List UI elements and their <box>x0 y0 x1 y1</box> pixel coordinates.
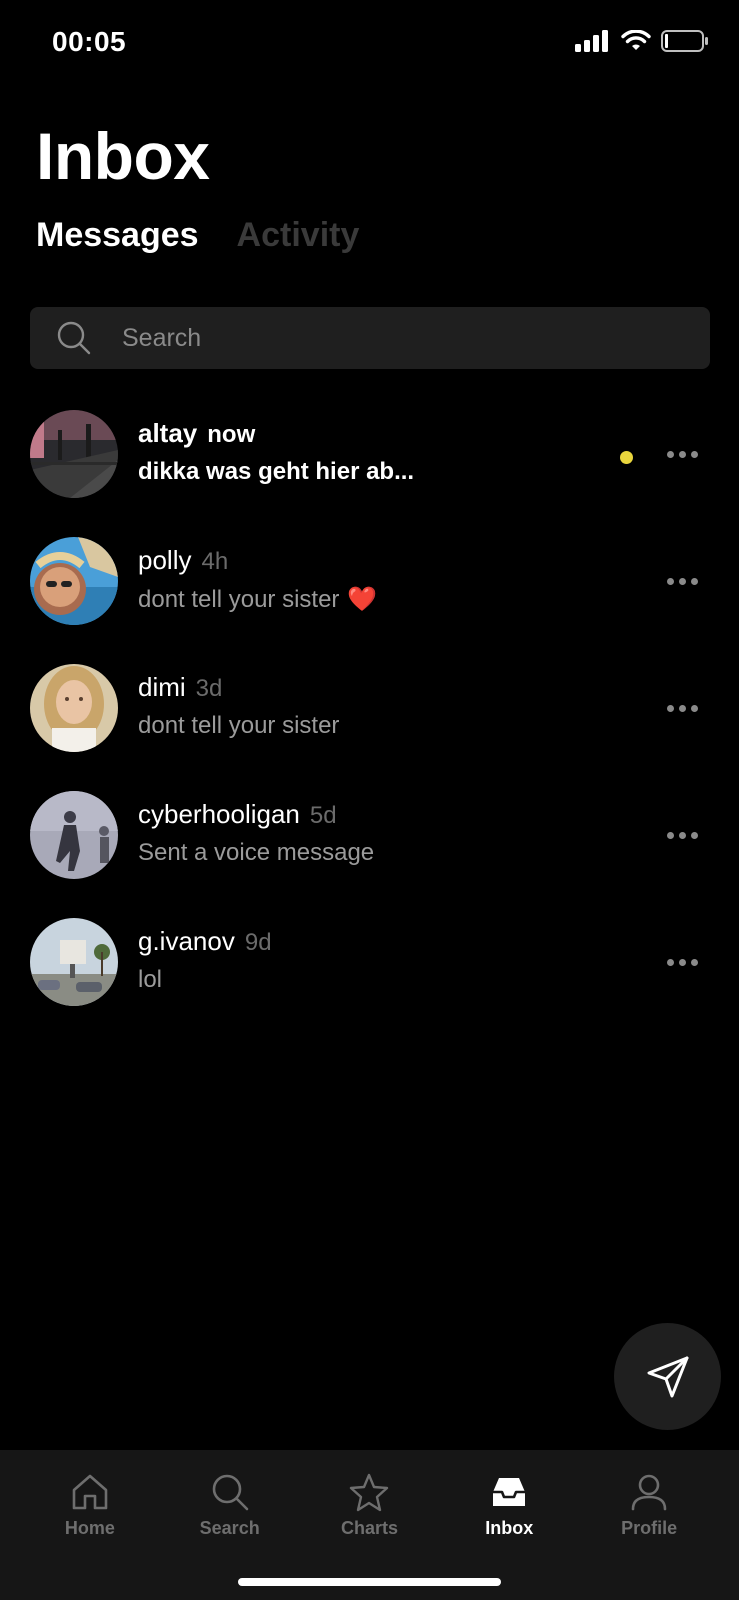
conversation-name: altay <box>138 418 198 448</box>
tab-messages[interactable]: Messages <box>36 216 199 255</box>
conversation-item[interactable]: g.ivanov 9d lol <box>0 912 739 1039</box>
nav-label: Home <box>64 1518 115 1538</box>
nav-label: Search <box>199 1518 260 1538</box>
conversation-preview: dikka was geht hier ab... <box>138 458 415 485</box>
search-icon <box>212 1474 248 1511</box>
person-icon <box>631 1474 667 1511</box>
conversation-text: polly 4h dont tell your sister ❤️ <box>138 545 377 614</box>
conversation-list: altay now dikka was geht hier ab... poll… <box>0 404 739 1039</box>
more-options-button[interactable] <box>660 567 704 595</box>
conversation-item[interactable]: cyberhooligan 5d Sent a voice message <box>0 785 739 912</box>
conversation-name: polly <box>138 545 192 575</box>
dot-icon <box>690 958 698 966</box>
conversation-text: altay now dikka was geht hier ab... <box>138 418 414 486</box>
unread-dot <box>620 451 633 464</box>
conversation-time: now <box>207 421 256 448</box>
dot-icon <box>678 704 686 712</box>
conversation-preview: dont tell your sister <box>138 712 340 739</box>
search-bar[interactable] <box>30 307 710 369</box>
dot-icon <box>690 450 698 458</box>
more-options-button[interactable] <box>660 948 704 976</box>
conversation-time: 3d <box>195 675 223 702</box>
dot-icon <box>678 450 686 458</box>
dot-icon <box>690 577 698 585</box>
avatar[interactable] <box>30 918 118 1006</box>
conversation-preview: Sent a voice message <box>138 839 375 866</box>
status-time: 00:05 <box>52 26 127 57</box>
nav-label: Charts <box>340 1518 398 1538</box>
inbox-tray-icon <box>493 1478 526 1506</box>
conversation-time: 5d <box>309 802 337 829</box>
avatar[interactable] <box>30 791 118 879</box>
dot-icon <box>666 704 674 712</box>
more-options-button[interactable] <box>660 440 704 468</box>
conversation-item[interactable]: altay now dikka was geht hier ab... <box>0 404 739 531</box>
conversation-preview: lol <box>138 966 163 993</box>
inbox-tabs: Messages Activity <box>36 216 359 255</box>
dot-icon <box>678 958 686 966</box>
nav-label: Profile <box>621 1518 678 1538</box>
cellular-signal-icon <box>575 30 608 52</box>
avatar[interactable] <box>30 537 118 625</box>
compose-message-button[interactable] <box>614 1323 721 1430</box>
home-icon <box>72 1474 108 1510</box>
tab-activity[interactable]: Activity <box>237 216 360 255</box>
avatar[interactable] <box>30 410 118 498</box>
wifi-icon <box>621 30 651 50</box>
dot-icon <box>666 450 674 458</box>
conversation-item[interactable]: dimi 3d dont tell your sister <box>0 658 739 785</box>
bottom-nav: Home Search Charts Inbox Profile <box>0 1450 739 1600</box>
nav-item-charts[interactable]: Charts <box>314 1450 424 1539</box>
dot-icon <box>678 577 686 585</box>
page-title: Inbox <box>36 119 210 193</box>
search-icon <box>57 321 91 355</box>
dot-icon <box>690 831 698 839</box>
search-input[interactable] <box>120 322 710 354</box>
heart-emoji: ❤️ <box>347 586 378 613</box>
battery-icon <box>661 30 708 52</box>
more-options-button[interactable] <box>660 694 704 722</box>
home-indicator[interactable] <box>238 1578 501 1586</box>
dot-icon <box>690 704 698 712</box>
nav-item-home[interactable]: Home <box>35 1450 145 1539</box>
nav-item-profile[interactable]: Profile <box>594 1450 704 1539</box>
conversation-name: cyberhooligan <box>138 799 300 829</box>
conversation-item[interactable]: polly 4h dont tell your sister ❤️ <box>0 531 739 658</box>
conversation-text: g.ivanov 9d lol <box>138 926 272 994</box>
conversation-name: dimi <box>138 672 186 702</box>
status-bar: 00:05 <box>0 0 739 90</box>
conversation-text: cyberhooligan 5d Sent a voice message <box>138 799 374 867</box>
nav-item-inbox[interactable]: Inbox <box>454 1450 564 1539</box>
nav-item-search[interactable]: Search <box>175 1450 285 1539</box>
paper-plane-icon <box>647 1356 688 1397</box>
dot-icon <box>666 577 674 585</box>
conversation-time: 9d <box>244 929 272 956</box>
star-icon <box>350 1473 389 1512</box>
conversation-time: 4h <box>201 548 229 575</box>
more-options-button[interactable] <box>660 821 704 849</box>
conversation-text: dimi 3d dont tell your sister <box>138 672 339 740</box>
nav-label: Inbox <box>485 1518 534 1538</box>
dot-icon <box>678 831 686 839</box>
status-icons <box>575 30 709 52</box>
conversation-name: g.ivanov <box>138 926 235 956</box>
dot-icon <box>666 958 674 966</box>
dot-icon <box>666 831 674 839</box>
conversation-preview: dont tell your sister <box>138 585 340 613</box>
avatar[interactable] <box>30 664 118 752</box>
